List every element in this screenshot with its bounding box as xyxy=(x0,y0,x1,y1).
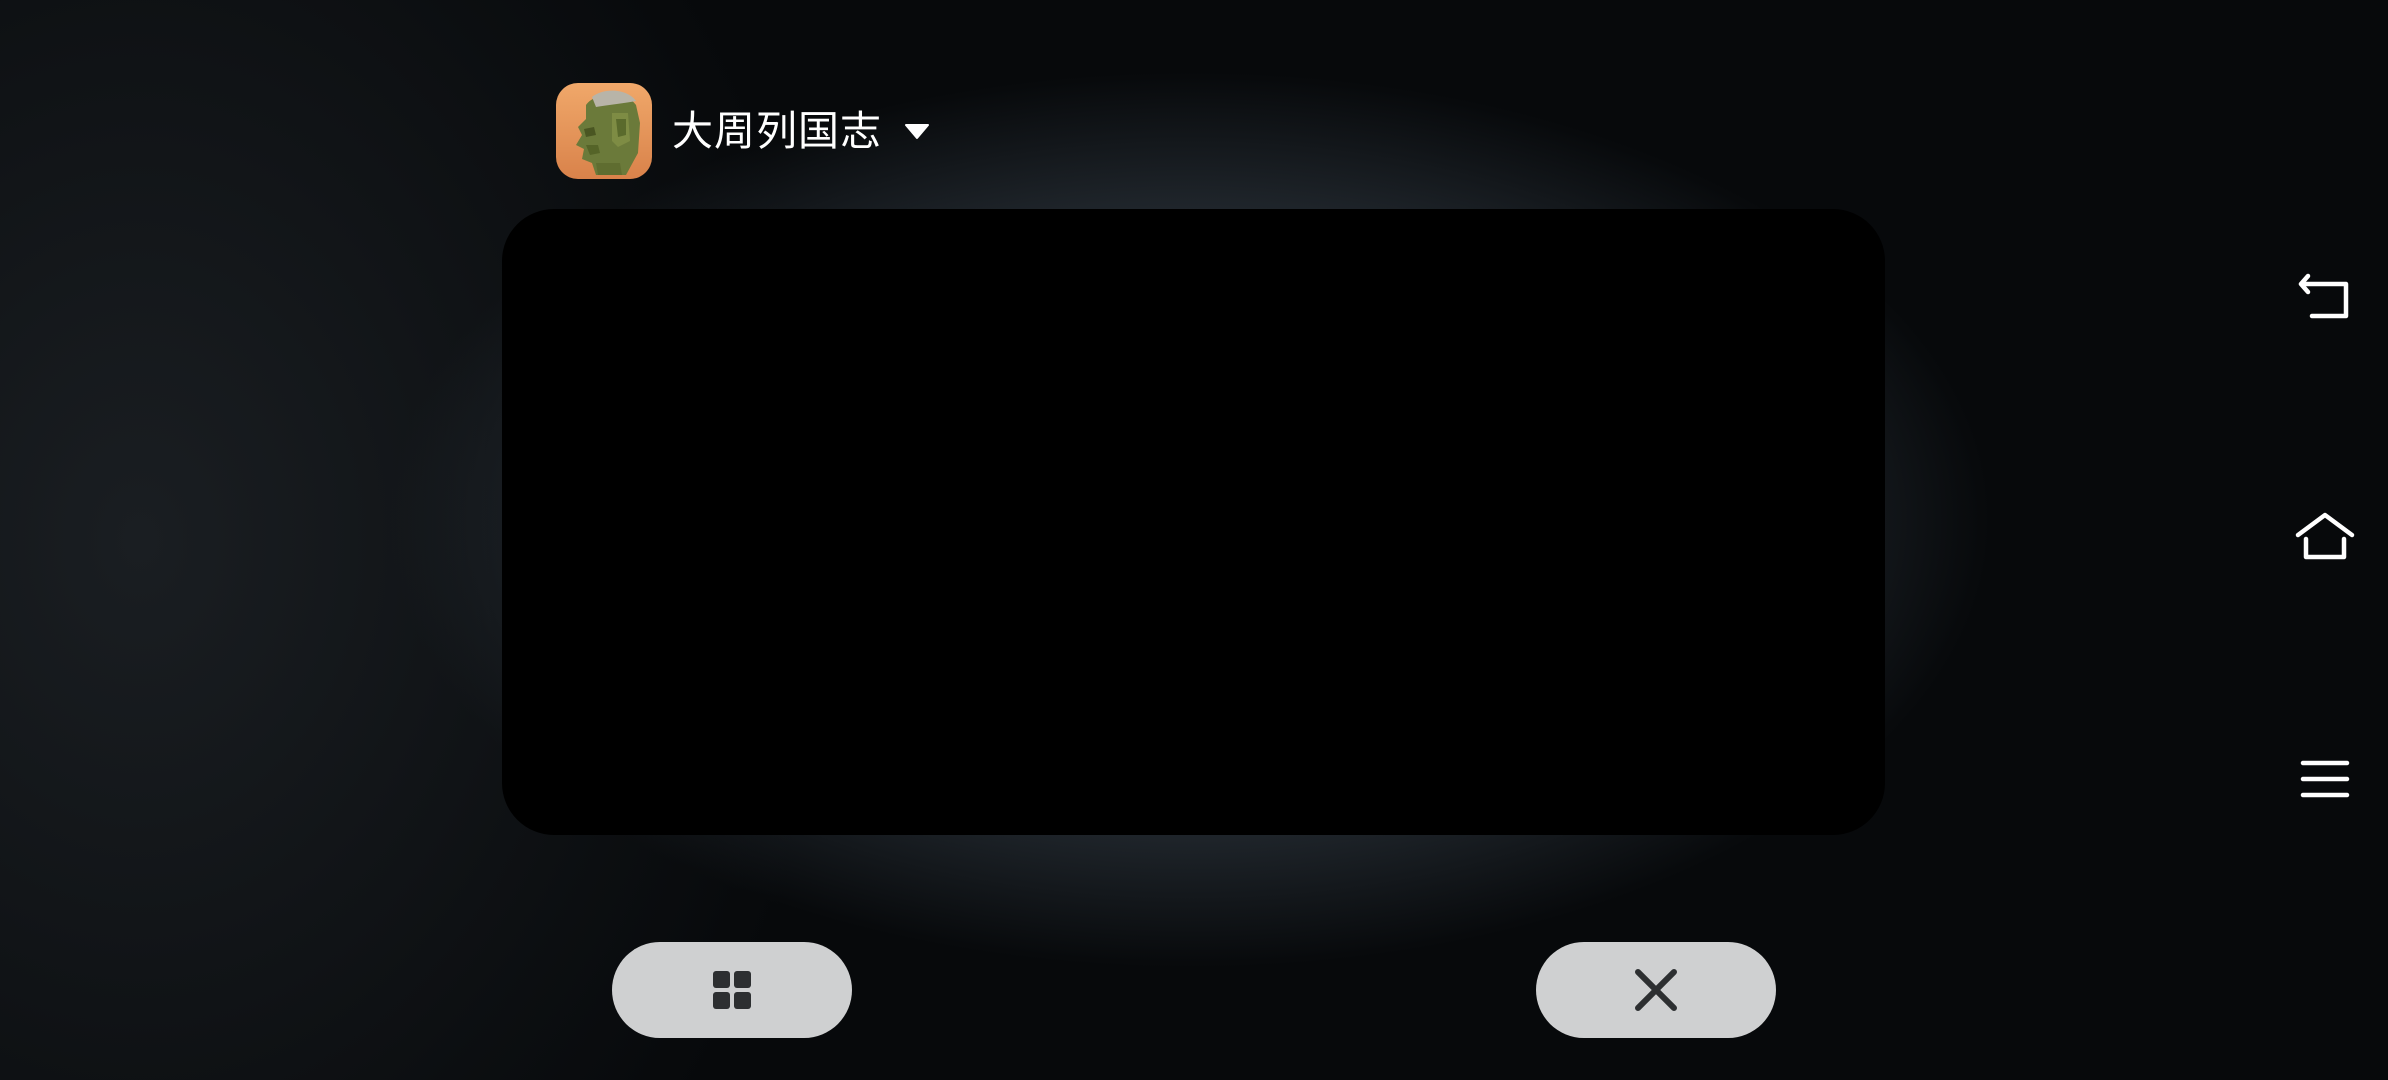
app-title[interactable]: 大周列国志 xyxy=(672,110,882,152)
close-button[interactable] xyxy=(1536,942,1776,1038)
app-preview-window[interactable] xyxy=(502,209,1885,835)
caret-down-icon[interactable] xyxy=(904,122,930,140)
bronze-head-icon xyxy=(556,83,652,179)
app-header[interactable]: 大周列国志 xyxy=(556,83,930,179)
back-button[interactable] xyxy=(2290,262,2360,332)
menu-icon xyxy=(2300,760,2350,798)
home-icon xyxy=(2295,512,2355,560)
home-button[interactable] xyxy=(2290,501,2360,571)
app-icon[interactable] xyxy=(556,83,652,179)
grid-icon xyxy=(713,971,751,1009)
close-icon xyxy=(1635,969,1677,1011)
back-icon xyxy=(2298,273,2349,319)
split-screen-button[interactable] xyxy=(612,942,852,1038)
menu-button[interactable] xyxy=(2290,744,2360,814)
